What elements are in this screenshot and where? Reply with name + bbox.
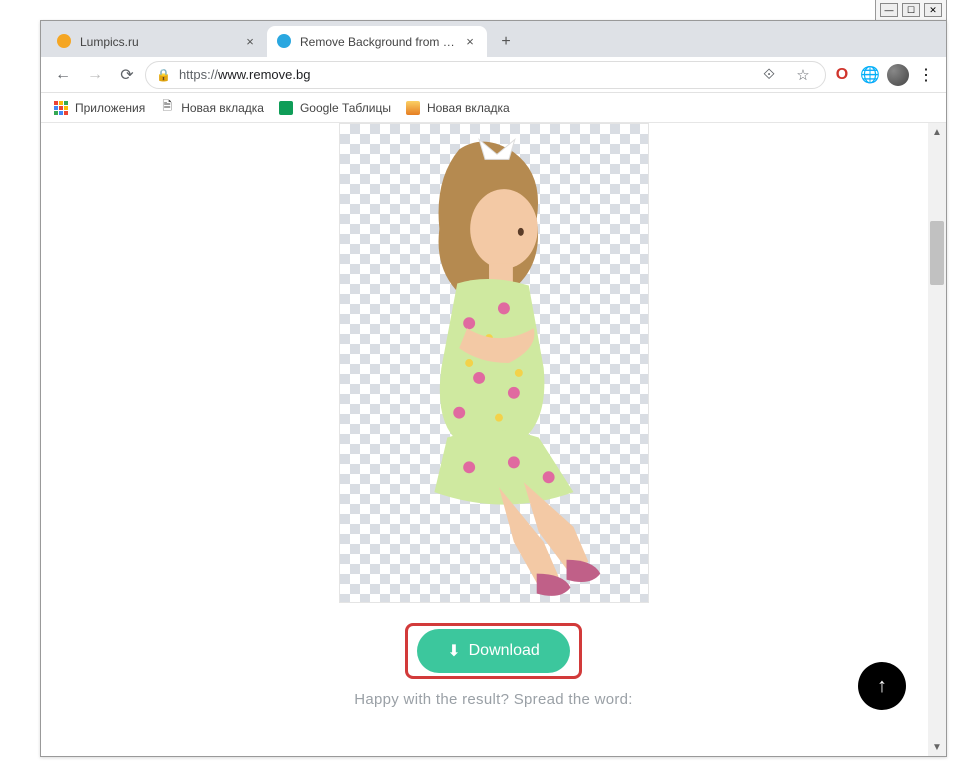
download-label: Download: [469, 642, 540, 660]
download-icon: ⬇: [447, 641, 460, 661]
tab-lumpics[interactable]: Lumpics.ru ×: [47, 26, 267, 57]
opera-extension-icon[interactable]: O: [830, 63, 854, 87]
viewport: ⬇ Download Happy with the result? Spread…: [41, 123, 946, 756]
star-icon[interactable]: ☆: [791, 63, 815, 87]
scroll-down-button[interactable]: ▼: [928, 738, 946, 756]
scroll-thumb[interactable]: [930, 221, 944, 285]
window-close-button[interactable]: ✕: [924, 3, 942, 17]
menu-button[interactable]: ⋮: [914, 63, 938, 87]
bookmark-new-tab-1[interactable]: 🗎 Новая вкладка: [159, 100, 264, 116]
favicon-icon: [277, 34, 293, 50]
new-tab-button[interactable]: +: [493, 29, 519, 55]
result-image-transparent: [339, 123, 649, 603]
tab-strip: Lumpics.ru × Remove Background from Imag…: [41, 21, 946, 57]
vertical-scrollbar[interactable]: ▲ ▼: [928, 123, 946, 756]
tab-title: Lumpics.ru: [80, 35, 236, 49]
bookmark-google-sheets[interactable]: Google Таблицы: [278, 100, 391, 116]
bookmark-label: Новая вкладка: [181, 101, 264, 115]
page-icon: 🗎: [159, 100, 175, 116]
window-minimize-button[interactable]: —: [880, 3, 898, 17]
lock-icon: 🔒: [156, 68, 171, 82]
bookmarks-bar: Приложения 🗎 Новая вкладка Google Таблиц…: [41, 93, 946, 123]
bookmark-label: Новая вкладка: [427, 101, 510, 115]
page-content: ⬇ Download Happy with the result? Spread…: [41, 123, 946, 756]
scroll-track[interactable]: [928, 141, 946, 738]
tab-title: Remove Background from Image: [300, 35, 456, 49]
close-icon[interactable]: ×: [243, 35, 257, 49]
url-text: https://www.remove.bg: [179, 67, 311, 82]
bookmark-label: Приложения: [75, 101, 145, 115]
scroll-up-button[interactable]: ▲: [928, 123, 946, 141]
translate-icon[interactable]: ⟐: [757, 63, 781, 87]
window-maximize-button[interactable]: ☐: [902, 3, 920, 17]
cutout-svg: [340, 124, 648, 602]
browser-toolbar: ← → ⟳ 🔒 https://www.remove.bg ⟐ ☆ O 🌐 ⋮: [41, 57, 946, 93]
sheets-icon: [278, 100, 294, 116]
address-bar[interactable]: 🔒 https://www.remove.bg ⟐ ☆: [145, 61, 826, 89]
browser-window: Lumpics.ru × Remove Background from Imag…: [40, 20, 947, 757]
globe-icon[interactable]: 🌐: [858, 63, 882, 87]
tab-removebg[interactable]: Remove Background from Image ×: [267, 26, 487, 57]
favicon-icon: [57, 34, 73, 50]
picture-icon: [405, 100, 421, 116]
bookmark-label: Google Таблицы: [300, 101, 391, 115]
close-icon[interactable]: ×: [463, 35, 477, 49]
download-highlight: ⬇ Download: [417, 629, 570, 673]
reload-button[interactable]: ⟳: [113, 61, 141, 89]
profile-avatar[interactable]: [886, 63, 910, 87]
forward-button[interactable]: →: [81, 61, 109, 89]
bookmark-apps[interactable]: Приложения: [53, 100, 145, 116]
apps-icon: [53, 100, 69, 116]
back-button[interactable]: ←: [49, 61, 77, 89]
window-controls: — ☐ ✕: [875, 0, 947, 20]
avatar: [887, 64, 909, 86]
download-button[interactable]: ⬇ Download: [417, 629, 570, 673]
scroll-to-top-fab[interactable]: ↑: [858, 662, 906, 710]
bookmark-new-tab-2[interactable]: Новая вкладка: [405, 100, 510, 116]
share-caption: Happy with the result? Spread the word:: [354, 691, 633, 708]
